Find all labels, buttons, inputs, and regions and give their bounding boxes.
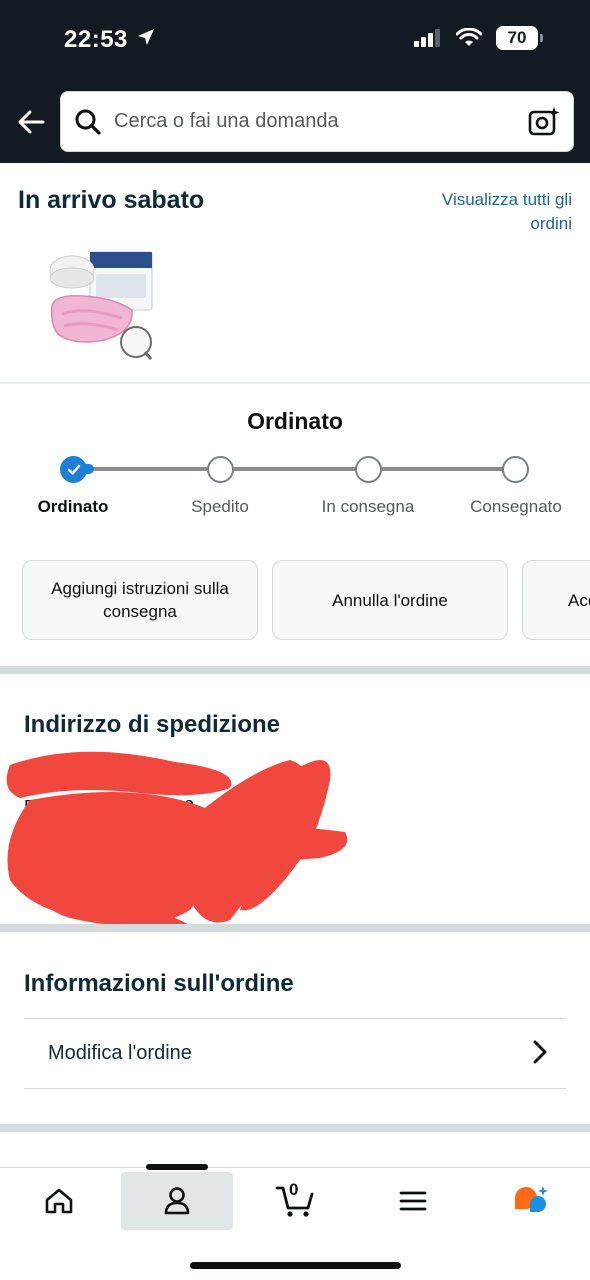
step-label: Consegnato [470,497,562,516]
section-divider [0,666,590,674]
progress-segment [86,467,210,471]
modify-order-row[interactable]: Modifica l'ordine [24,1019,566,1088]
step-spedito-dot [207,456,234,483]
view-all-orders-link[interactable]: Visualizza tutti gli ordini [412,188,572,236]
home-icon [45,1188,73,1214]
order-info-title: Informazioni sull'ordine [24,970,294,997]
arrival-title: In arrivo sabato [18,186,205,214]
menu-icon [399,1191,427,1211]
battery-icon: 70 [496,26,543,50]
signal-icon [414,29,440,47]
location-arrow-icon [136,27,156,52]
account-icon [164,1187,190,1215]
modify-order-label: Modifica l'ordine [48,1042,192,1064]
progress-segment [381,467,503,471]
back-arrow-icon [18,110,45,134]
top-header: 22:53 70 [0,0,590,163]
search-bar[interactable] [60,91,574,152]
step-consegnato-dot [502,456,529,483]
section-divider [0,1124,590,1132]
back-button[interactable] [14,104,48,140]
nav-account[interactable] [121,1172,233,1230]
step-ordinato-dot [60,456,87,483]
row-divider [24,1088,566,1089]
search-input[interactable] [114,110,494,133]
nav-rufus[interactable] [475,1172,587,1230]
check-icon [67,464,80,475]
status-time: 22:53 [64,26,128,53]
order-actions-row[interactable]: Aggiungi istruzioni sulla consegna Annul… [22,560,590,640]
status-indicators: 70 [414,26,543,50]
shipping-address-title: Indirizzo di spedizione [24,711,281,738]
tracker-title: Ordinato [247,408,343,434]
step-label: Ordinato [37,497,109,516]
progress-segment [234,467,356,471]
step-in-consegna-dot [355,456,382,483]
home-indicator [190,1262,401,1269]
step-label: In consegna [321,497,415,516]
nav-cart[interactable]: 0 [239,1172,351,1230]
section-divider [0,382,590,384]
add-delivery-instructions-button[interactable]: Aggiungi istruzioni sulla consegna [22,560,258,640]
nav-home[interactable] [3,1172,115,1230]
nav-menu[interactable] [357,1172,469,1230]
active-tab-indicator [146,1164,208,1170]
cart-count: 0 [289,1180,299,1199]
rufus-icon [515,1186,548,1212]
chevron-right-icon [533,1040,547,1064]
step-label: Spedito [191,497,249,516]
camera-lens-icon[interactable] [528,106,560,138]
cancel-order-button[interactable]: Annulla l'ordine [272,560,508,640]
search-icon [75,109,101,135]
more-action-button[interactable]: Acc [522,560,590,640]
section-divider [0,924,590,932]
product-image[interactable] [44,248,156,362]
redaction-scribble [6,751,348,928]
wifi-icon [456,28,482,46]
